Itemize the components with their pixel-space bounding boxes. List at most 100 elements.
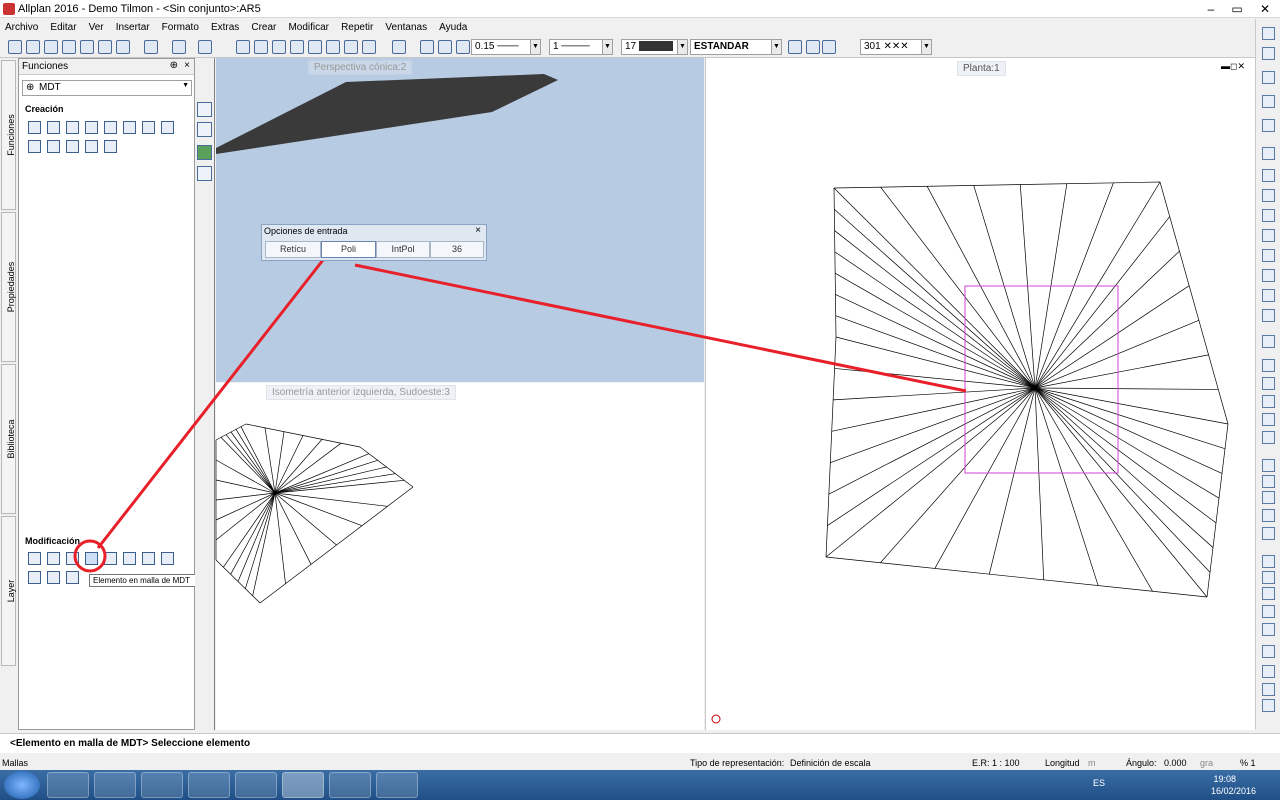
comment-icon[interactable] xyxy=(116,40,130,54)
allplan-icon[interactable] xyxy=(282,772,324,798)
rep-value[interactable]: Definición de escala xyxy=(790,758,871,768)
layer-icon[interactable] xyxy=(44,40,58,54)
right-tool-icon[interactable] xyxy=(1262,289,1275,302)
right-tool-icon[interactable] xyxy=(1262,71,1275,84)
settings-icon[interactable] xyxy=(376,772,418,798)
menu-ver[interactable]: Ver xyxy=(84,19,108,33)
menu-modificar[interactable]: Modificar xyxy=(283,19,333,33)
minimize-button[interactable]: – xyxy=(1198,0,1224,18)
tool-modify-7[interactable] xyxy=(142,552,155,565)
option-36-button[interactable]: 36 xyxy=(430,241,484,258)
tab-layer[interactable]: Layer xyxy=(1,516,16,666)
pin-icon[interactable] xyxy=(806,40,820,54)
right-tool-icon[interactable] xyxy=(1262,555,1275,568)
tool-modify-3[interactable] xyxy=(66,552,79,565)
right-tool-icon[interactable] xyxy=(1262,395,1275,408)
perspective-viewport[interactable]: Perspectiva cónica:2 xyxy=(216,58,704,382)
tool-create-4[interactable] xyxy=(85,121,98,134)
right-tool-icon[interactable] xyxy=(1262,169,1275,182)
tool-modify-8[interactable] xyxy=(161,552,174,565)
right-tool-icon[interactable] xyxy=(1262,413,1275,426)
view-icon[interactable] xyxy=(197,166,212,181)
color-select[interactable]: 17 ▼ xyxy=(621,39,688,55)
right-tool-icon[interactable] xyxy=(1262,571,1275,584)
right-tool-icon[interactable] xyxy=(1262,147,1275,160)
zoom-icon[interactable] xyxy=(392,40,406,54)
menu-formato[interactable]: Formato xyxy=(157,19,203,33)
pen-thickness-select[interactable]: 0.15 ─── ▼ xyxy=(471,39,541,55)
option-intpol-button[interactable]: IntPol xyxy=(376,241,430,258)
right-tool-icon[interactable] xyxy=(1262,475,1275,488)
tool-create-10[interactable] xyxy=(47,140,60,153)
tab-propiedades[interactable]: Propiedades xyxy=(1,212,16,362)
maximize-button[interactable]: ▭ xyxy=(1224,0,1250,18)
cube-icon[interactable] xyxy=(362,40,376,54)
measure-icon[interactable] xyxy=(236,40,250,54)
right-tool-icon[interactable] xyxy=(1262,587,1275,600)
tool-create-6[interactable] xyxy=(123,121,136,134)
plan-window-controls[interactable]: ▬◻✕ xyxy=(1221,61,1245,72)
menu-editar[interactable]: Editar xyxy=(45,19,80,33)
layer-select[interactable]: ESTANDAR ▼ xyxy=(690,39,782,55)
right-tool-icon[interactable] xyxy=(1262,47,1275,60)
tool-modify-9[interactable] xyxy=(28,571,41,584)
tool-create-8[interactable] xyxy=(161,121,174,134)
ie-icon[interactable] xyxy=(47,772,89,798)
tool-modify-10[interactable] xyxy=(47,571,60,584)
undo-icon[interactable] xyxy=(172,40,186,54)
right-tool-icon[interactable] xyxy=(1262,209,1275,222)
option-poli-button[interactable]: Poli xyxy=(321,241,376,258)
right-tool-icon[interactable] xyxy=(1262,527,1275,540)
eraser-icon[interactable] xyxy=(822,40,836,54)
menu-ayuda[interactable]: Ayuda xyxy=(434,19,471,33)
save-icon[interactable] xyxy=(80,40,94,54)
menu-archivo[interactable]: Archivo xyxy=(0,19,42,33)
tool-modify-1[interactable] xyxy=(28,552,41,565)
right-tool-icon[interactable] xyxy=(1262,377,1275,390)
percent-value[interactable]: % 1 xyxy=(1240,758,1256,768)
right-tool-icon[interactable] xyxy=(1262,189,1275,202)
menu-insertar[interactable]: Insertar xyxy=(111,19,154,33)
tool-create-7[interactable] xyxy=(142,121,155,134)
module-select[interactable]: ⊕ MDT ▼ xyxy=(22,80,192,96)
tool-create-9[interactable] xyxy=(28,140,41,153)
isometric-viewport[interactable]: Isometría anterior izquierda, Sudoeste:3 xyxy=(216,383,704,730)
right-tool-icon[interactable] xyxy=(1262,683,1275,696)
palette-icon[interactable] xyxy=(197,102,212,117)
tool-create-11[interactable] xyxy=(66,140,79,153)
grid-icon[interactable] xyxy=(197,145,212,160)
explorer-icon[interactable] xyxy=(94,772,136,798)
right-tool-icon[interactable] xyxy=(1262,699,1275,712)
right-tool-icon[interactable] xyxy=(1262,27,1275,40)
copy-icon[interactable] xyxy=(308,40,322,54)
right-tool-icon[interactable] xyxy=(1262,359,1275,372)
angle-unit[interactable]: gra xyxy=(1200,758,1213,768)
option-reticula-button[interactable]: Retícu xyxy=(265,241,321,258)
layout-icon[interactable] xyxy=(144,40,158,54)
right-tool-icon[interactable] xyxy=(1262,335,1275,348)
close-icon[interactable]: × xyxy=(475,225,481,236)
tool-modify-5[interactable] xyxy=(104,552,117,565)
array-icon[interactable] xyxy=(272,40,286,54)
redo-icon[interactable] xyxy=(198,40,212,54)
right-tool-icon[interactable] xyxy=(1262,645,1275,658)
close-button[interactable]: ✕ xyxy=(1250,0,1280,18)
tool-create-1[interactable] xyxy=(28,121,41,134)
folder-icon[interactable] xyxy=(329,772,371,798)
length-unit[interactable]: m xyxy=(1088,758,1096,768)
right-tool-icon[interactable] xyxy=(1262,269,1275,282)
right-tool-icon[interactable] xyxy=(1262,95,1275,108)
tool-create-12[interactable] xyxy=(85,140,98,153)
right-tool-icon[interactable] xyxy=(1262,431,1275,444)
opera-icon[interactable] xyxy=(235,772,277,798)
drawing-files-icon[interactable] xyxy=(26,40,40,54)
tool-create-3[interactable] xyxy=(66,121,79,134)
format-painter-icon[interactable] xyxy=(420,40,434,54)
project-icon[interactable] xyxy=(8,40,22,54)
hatch-select[interactable]: 301 ✕✕✕ ▼ xyxy=(860,39,932,55)
plan-viewport[interactable]: Planta:1 ▬◻✕ xyxy=(705,58,1255,730)
right-tool-icon[interactable] xyxy=(1262,623,1275,636)
tool-create-5[interactable] xyxy=(104,121,117,134)
tool-create-2[interactable] xyxy=(47,121,60,134)
right-tool-icon[interactable] xyxy=(1262,229,1275,242)
